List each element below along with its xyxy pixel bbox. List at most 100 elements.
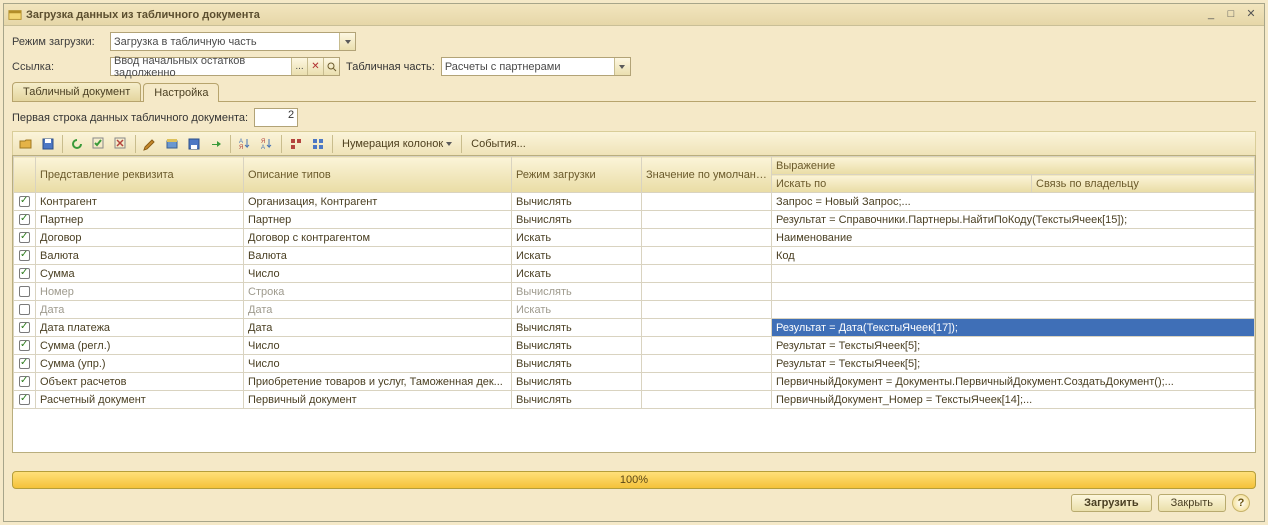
cell-types: Валюта	[244, 247, 512, 265]
mode-value: Загрузка в табличную часть	[114, 36, 257, 48]
app-icon	[8, 8, 22, 22]
row-checkbox[interactable]	[19, 376, 30, 387]
cell-mode: Вычислять	[512, 211, 642, 229]
row-checkbox[interactable]	[19, 322, 30, 333]
cell-expr: ПервичныйДокумент = Документы.ПервичныйД…	[772, 373, 1255, 391]
cell-types: Первичный документ	[244, 391, 512, 409]
col-owner[interactable]: Связь по владельцу	[1032, 175, 1255, 193]
tabpart-combo[interactable]: Расчеты с партнерами	[441, 57, 631, 76]
table-row[interactable]: Сумма (упр.)ЧислоВычислятьРезультат = Те…	[14, 355, 1255, 373]
row-checkbox[interactable]	[19, 394, 30, 405]
cell-types: Приобретение товаров и услуг, Таможенная…	[244, 373, 512, 391]
cell-default	[642, 283, 772, 301]
row-checkbox[interactable]	[19, 214, 30, 225]
toolbar-events[interactable]: События...	[465, 134, 532, 154]
grid: Представление реквизита Описание типов Р…	[12, 155, 1256, 453]
svg-text:Я: Я	[239, 145, 243, 151]
col-rep[interactable]: Представление реквизита	[36, 157, 244, 193]
row-checkbox[interactable]	[19, 250, 30, 261]
cell-default	[642, 265, 772, 283]
cell-rep: Объект расчетов	[36, 373, 244, 391]
run-button[interactable]: Загрузить	[1071, 494, 1152, 512]
mode-combo[interactable]: Загрузка в табличную часть	[110, 32, 356, 51]
table-row[interactable]: Дата платежаДатаВычислятьРезультат = Дат…	[14, 319, 1255, 337]
table-row[interactable]: ВалютаВалютаИскатьКод	[14, 247, 1255, 265]
toolbar: AЯ ЯA Нумерация колонок События...	[12, 131, 1256, 155]
mode-label: Режим загрузки:	[12, 36, 110, 48]
table-row[interactable]: СуммаЧислоИскать	[14, 265, 1255, 283]
table-row[interactable]: ПартнерПартнерВычислятьРезультат = Справ…	[14, 211, 1255, 229]
mode1-icon[interactable]	[285, 134, 307, 154]
tabs: Табличный документ Настройка	[12, 82, 1256, 102]
sort-asc-icon[interactable]: AЯ	[234, 134, 256, 154]
chevron-down-icon[interactable]	[339, 33, 355, 50]
row-checkbox[interactable]	[19, 196, 30, 207]
cell-mode: Вычислять	[512, 337, 642, 355]
cell-rep: Дата платежа	[36, 319, 244, 337]
ref-input[interactable]: Ввод начальных остатков задолженно ... ✕	[110, 57, 340, 76]
save-icon[interactable]	[37, 134, 59, 154]
col-mode[interactable]: Режим загрузки	[512, 157, 642, 193]
col-expr[interactable]: Выражение	[772, 157, 1255, 175]
restore-icon[interactable]	[161, 134, 183, 154]
row-checkbox[interactable]	[19, 232, 30, 243]
tab-settings[interactable]: Настройка	[143, 83, 219, 102]
table-row[interactable]: КонтрагентОрганизация, КонтрагентВычисля…	[14, 193, 1255, 211]
col-default[interactable]: Значение по умолчанию	[642, 157, 772, 193]
table-row[interactable]: НомерСтрокаВычислять	[14, 283, 1255, 301]
close-button-footer[interactable]: Закрыть	[1158, 494, 1226, 512]
tabpart-label: Табличная часть:	[346, 61, 435, 73]
cell-mode: Вычислять	[512, 319, 642, 337]
tabpart-value: Расчеты с партнерами	[445, 61, 561, 73]
mode2-icon[interactable]	[307, 134, 329, 154]
tab-document[interactable]: Табличный документ	[12, 82, 141, 101]
table-row[interactable]: ДатаДатаИскать	[14, 301, 1255, 319]
cell-rep: Сумма (упр.)	[36, 355, 244, 373]
cell-rep: Валюта	[36, 247, 244, 265]
cell-mode: Вычислять	[512, 355, 642, 373]
row-checkbox[interactable]	[19, 304, 30, 315]
table-row[interactable]: Расчетный документПервичный документВычи…	[14, 391, 1255, 409]
cell-mode: Искать	[512, 229, 642, 247]
refresh-icon[interactable]	[66, 134, 88, 154]
ref-ellipsis-button[interactable]: ...	[291, 58, 307, 75]
save2-icon[interactable]	[183, 134, 205, 154]
cell-expr: Результат = Справочники.Партнеры.НайтиПо…	[772, 211, 1255, 229]
arrow-icon[interactable]	[205, 134, 227, 154]
open-icon[interactable]	[15, 134, 37, 154]
progress-bar: 100%	[12, 471, 1256, 489]
titlebar: Загрузка данных из табличного документа …	[4, 4, 1264, 26]
table-row[interactable]: ДоговорДоговор с контрагентомИскатьНаиме…	[14, 229, 1255, 247]
uncheckall-icon[interactable]	[110, 134, 132, 154]
ref-value: Ввод начальных остатков задолженно	[114, 55, 291, 79]
ref-search-button[interactable]	[323, 58, 339, 75]
col-types[interactable]: Описание типов	[244, 157, 512, 193]
sort-desc-icon[interactable]: ЯA	[256, 134, 278, 154]
row-checkbox[interactable]	[19, 358, 30, 369]
cell-default	[642, 373, 772, 391]
firstrow-input[interactable]: 2	[254, 108, 298, 127]
checkall-icon[interactable]	[88, 134, 110, 154]
ref-clear-button[interactable]: ✕	[307, 58, 323, 75]
chevron-down-icon[interactable]	[614, 58, 630, 75]
help-icon[interactable]: ?	[1232, 494, 1250, 512]
cell-rep: Дата	[36, 301, 244, 319]
close-button[interactable]: ✕	[1242, 7, 1260, 23]
cell-default	[642, 337, 772, 355]
cell-expr: Результат = ТекстыЯчеек[5];	[772, 337, 1255, 355]
row-checkbox[interactable]	[19, 340, 30, 351]
maximize-button[interactable]: □	[1222, 7, 1240, 23]
cell-expr: Результат = ТекстыЯчеек[5];	[772, 355, 1255, 373]
cell-expr: ПервичныйДокумент_Номер = ТекстыЯчеек[14…	[772, 391, 1255, 409]
row-checkbox[interactable]	[19, 286, 30, 297]
toolbar-numbering[interactable]: Нумерация колонок	[336, 134, 458, 154]
table-row[interactable]: Сумма (регл.)ЧислоВычислятьРезультат = Т…	[14, 337, 1255, 355]
col-search[interactable]: Искать по	[772, 175, 1032, 193]
cell-types: Партнер	[244, 211, 512, 229]
table-row[interactable]: Объект расчетовПриобретение товаров и ус…	[14, 373, 1255, 391]
minimize-button[interactable]: _	[1202, 7, 1220, 23]
cell-expr: Код	[772, 247, 1255, 265]
row-checkbox[interactable]	[19, 268, 30, 279]
edit-icon[interactable]	[139, 134, 161, 154]
cell-types: Дата	[244, 301, 512, 319]
